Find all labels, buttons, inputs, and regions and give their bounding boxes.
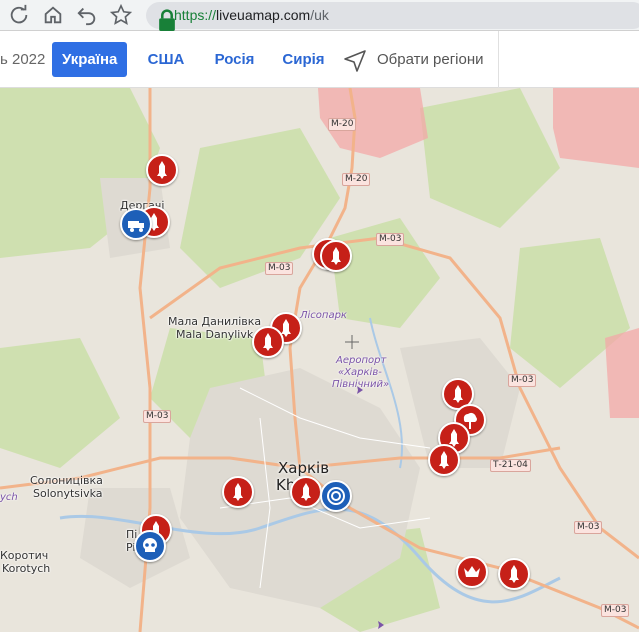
nav-divider bbox=[498, 31, 499, 88]
missile-icon bbox=[453, 385, 463, 403]
airport-label: «Харків- bbox=[338, 367, 382, 378]
place-label: Мала Данилівка bbox=[168, 315, 262, 328]
tab-ukraine[interactable]: Україна bbox=[52, 42, 127, 77]
airport-label: Аеропорт bbox=[336, 355, 387, 366]
missile-strike-marker[interactable] bbox=[498, 558, 530, 590]
missile-icon bbox=[157, 161, 167, 179]
missile-strike-marker[interactable] bbox=[428, 444, 460, 476]
browser-toolbar: https://liveuamap.com/uk bbox=[0, 0, 639, 31]
road-shield: М-03 bbox=[601, 604, 630, 617]
reload-icon[interactable] bbox=[8, 4, 30, 26]
place-label: Korotych bbox=[2, 562, 51, 575]
lifebuoy-icon bbox=[327, 487, 345, 505]
tab-syria[interactable]: Сирія bbox=[277, 42, 330, 77]
road-shield: М-03 bbox=[376, 233, 405, 246]
city-label-kharkiv: Харків bbox=[278, 459, 330, 477]
missile-icon bbox=[263, 333, 273, 351]
tab-usa[interactable]: США bbox=[140, 42, 192, 77]
crown-icon bbox=[464, 566, 480, 577]
missile-icon bbox=[301, 483, 311, 501]
road-shield: М-03 bbox=[143, 410, 172, 423]
date-label: ь 2022 bbox=[0, 51, 46, 68]
missile-strike-marker[interactable] bbox=[222, 476, 254, 508]
fire-truck-icon bbox=[128, 221, 144, 232]
fire-truck-marker[interactable] bbox=[120, 208, 152, 240]
airport-label: Північний» bbox=[332, 379, 390, 390]
crown-marker[interactable] bbox=[456, 556, 488, 588]
map-base-layer bbox=[0, 88, 639, 632]
road-shield: М-20 bbox=[328, 118, 357, 131]
missile-icon bbox=[509, 565, 519, 583]
address-bar[interactable]: https://liveuamap.com/uk bbox=[146, 2, 639, 31]
site-navigation: ь 2022 Україна США Росія Сирія Обрати ре… bbox=[0, 31, 639, 88]
place-label: Солоницівка bbox=[30, 474, 103, 487]
missile-icon bbox=[233, 483, 243, 501]
place-label: Solonytsivka bbox=[33, 487, 103, 500]
road-shield: М-03 bbox=[574, 521, 603, 534]
road-shield: М-03 bbox=[265, 262, 294, 275]
place-label: Коротич bbox=[0, 549, 49, 562]
road-shield: Т-21-04 bbox=[490, 459, 531, 472]
missile-strike-marker[interactable] bbox=[146, 154, 178, 186]
road-shield: М-03 bbox=[508, 374, 537, 387]
missile-icon bbox=[439, 451, 449, 469]
home-icon[interactable] bbox=[42, 4, 64, 26]
select-regions-label: Обрати регіони bbox=[377, 51, 484, 68]
skull-marker[interactable] bbox=[134, 530, 166, 562]
missile-strike-marker[interactable] bbox=[252, 326, 284, 358]
park-label: Лісопарк bbox=[300, 310, 347, 321]
missile-strike-marker[interactable] bbox=[290, 476, 322, 508]
missile-icon bbox=[331, 247, 341, 265]
road-shield: М-20 bbox=[342, 173, 371, 186]
navigation-arrow-icon bbox=[344, 50, 366, 72]
place-label: Mala Danylivk bbox=[176, 328, 254, 341]
map-view[interactable]: М-20 М-20 М-03 М-03 М-03 М-03 Т-21-04 М-… bbox=[0, 88, 639, 632]
place-label: ych bbox=[0, 492, 18, 503]
missile-strike-marker[interactable] bbox=[320, 240, 352, 272]
undo-icon[interactable] bbox=[76, 4, 98, 26]
tab-russia[interactable]: Росія bbox=[207, 42, 262, 77]
lifebuoy-marker[interactable] bbox=[320, 480, 352, 512]
bookmark-star-icon[interactable] bbox=[109, 3, 133, 26]
url-text: https://liveuamap.com/uk bbox=[174, 7, 329, 23]
skull-icon bbox=[143, 538, 157, 552]
